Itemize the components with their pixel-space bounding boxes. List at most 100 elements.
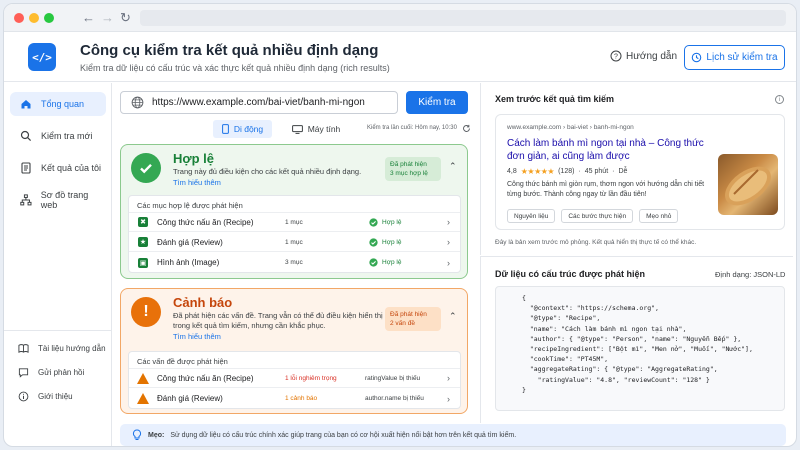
- collapse-chevron-icon[interactable]: ⌃: [449, 161, 457, 172]
- sitelink-ingredients[interactable]: Nguyên liệu: [507, 209, 556, 223]
- tab-mobile-label: Di động: [233, 124, 264, 134]
- guide-label: Hướng dẫn: [626, 50, 678, 62]
- code-line: "aggregateRating": { "@type": "Aggregate…: [522, 365, 718, 374]
- format-label: Định dạng: JSON-LD: [715, 270, 786, 279]
- code-line: {: [522, 294, 526, 302]
- back-arrow-icon[interactable]: ←: [82, 11, 95, 24]
- search-result-preview: www.example.com › bai-viet › banh-mi-ngo…: [495, 114, 785, 230]
- valid-description: Trang này đủ điều kiện cho các kết quả n…: [173, 167, 362, 176]
- row-field: author.name bị thiếu: [365, 395, 424, 402]
- warning-title: Cảnh báo: [173, 295, 233, 310]
- forward-arrow-icon[interactable]: →: [101, 11, 114, 24]
- minimize-window-button[interactable]: [29, 13, 39, 23]
- sidebar-footer: Tài liệu hướng dẫn Gửi phản hồi Giới thi…: [4, 330, 112, 402]
- valid-badge-line2: 3 mục hợp lệ: [390, 170, 428, 177]
- sidebar-item-sitemap[interactable]: Sơ đồ trang web: [10, 188, 106, 212]
- sitelink-steps[interactable]: Các bước thực hiện: [561, 209, 634, 223]
- tab-desktop-label: Máy tính: [307, 124, 341, 134]
- search-preview-panel: Xem trước kết quả tìm kiếm i www.example…: [480, 83, 793, 255]
- valid-title: Hợp lệ: [173, 151, 215, 166]
- result-meta: 4,8 ★★★★★ (128) · 45 phút · Dễ: [507, 167, 627, 176]
- tab-desktop[interactable]: Máy tính: [286, 120, 346, 138]
- tab-mobile[interactable]: Di động: [213, 120, 272, 138]
- sidebar-item-label: Tổng quan: [41, 99, 85, 109]
- sidebar-link-docs[interactable]: Tài liệu hướng dẫn: [18, 343, 106, 354]
- last-checked-time: Kiểm tra lần cuối: Hôm nay, 10:30: [367, 125, 457, 131]
- desktop-icon: [291, 124, 303, 134]
- warning-learn-more-link[interactable]: Tìm hiểu thêm: [173, 332, 221, 341]
- json-ld-code-block[interactable]: { "@context": "https://schema.org", "@ty…: [495, 286, 785, 411]
- sitemap-icon: [20, 194, 32, 206]
- separator-dot: ·: [578, 168, 581, 175]
- valid-badge: Đã phát hiện 3 mục hợp lệ: [385, 157, 441, 181]
- warning-triangle-icon: [137, 372, 149, 384]
- star-icon: ★: [138, 237, 148, 247]
- row-issue: 1 cảnh báo: [285, 395, 318, 402]
- sidebar-footer-label: Giới thiệu: [38, 392, 73, 401]
- sidebar-item-overview[interactable]: Tổng quan: [10, 92, 106, 116]
- maximize-window-button[interactable]: [44, 13, 54, 23]
- check-circle-icon: [369, 217, 378, 227]
- row-count: 1 mục: [285, 218, 303, 226]
- row-name: Đánh giá (Review): [157, 237, 223, 247]
- valid-row-image[interactable]: ▣ Hình ảnh (Image) 3 mục Hợp lệ ›: [129, 253, 460, 272]
- tip-text: Sử dụng dữ liệu có cấu trúc chính xác gi…: [170, 431, 517, 439]
- url-input[interactable]: https://www.example.com/bai-viet/banh-mi…: [120, 91, 398, 114]
- result-review-count: (128): [558, 168, 575, 175]
- code-line: "cookTime": "PT45M",: [522, 355, 609, 364]
- valid-row-review[interactable]: ★ Đánh giá (Review) 1 mục Hợp lệ ›: [129, 233, 460, 252]
- preview-title: Xem trước kết quả tìm kiếm: [495, 94, 614, 104]
- chevron-right-icon[interactable]: ›: [447, 258, 450, 268]
- warning-row-recipe[interactable]: Công thức nấu ăn (Recipe) 1 lỗi nghiêm t…: [129, 369, 460, 388]
- info-icon[interactable]: i: [775, 95, 784, 104]
- row-name: Công thức nấu ăn (Recipe): [157, 373, 254, 383]
- result-rating: 4,8: [507, 168, 517, 175]
- sidebar-link-about[interactable]: Giới thiệu: [18, 391, 73, 402]
- chevron-right-icon[interactable]: ›: [447, 237, 450, 247]
- svg-text:?: ?: [614, 54, 618, 61]
- warning-icon: !: [131, 297, 161, 327]
- row-status: Hợp lệ: [369, 237, 401, 247]
- result-headline[interactable]: Cách làm bánh mì ngon tại nhà – Công thứ…: [507, 137, 712, 163]
- valid-row-recipe[interactable]: ✖ Công thức nấu ăn (Recipe) 1 mục Hợp lệ…: [129, 213, 460, 232]
- rating-stars-icon: ★★★★★: [520, 167, 555, 176]
- search-icon: [20, 130, 32, 142]
- sidebar-link-feedback[interactable]: Gửi phản hồi: [18, 367, 84, 378]
- chevron-right-icon[interactable]: ›: [447, 394, 450, 404]
- help-circle-icon: ?: [610, 50, 622, 62]
- close-window-button[interactable]: [14, 13, 24, 23]
- code-line: "author": { "@type": "Person", "name": "…: [522, 334, 742, 343]
- sidebar-item-my-results[interactable]: Kết quả của tôi: [10, 156, 106, 180]
- browser-address-bar[interactable]: [140, 10, 786, 26]
- result-time: 45 phút: [584, 168, 609, 175]
- code-line: "@type": "Recipe",: [522, 314, 601, 323]
- globe-icon: [131, 96, 144, 109]
- warning-row-review[interactable]: Đánh giá (Review) 1 cảnh báo author.name…: [129, 389, 460, 408]
- refresh-icon[interactable]: [462, 124, 471, 133]
- history-button[interactable]: Lịch sử kiểm tra: [684, 45, 785, 70]
- collapse-chevron-icon[interactable]: ⌃: [449, 311, 457, 322]
- warning-badge-line2: 2 vấn đề: [390, 320, 415, 327]
- sidebar-item-new-check[interactable]: Kiểm tra mới: [10, 124, 106, 148]
- warning-badge: Đã phát hiện 2 vấn đề: [385, 307, 441, 331]
- row-name: Hình ảnh (Image): [157, 258, 220, 267]
- document-icon: [21, 162, 31, 174]
- chevron-right-icon[interactable]: ›: [447, 373, 450, 383]
- browser-titlebar: ← → ↻: [4, 4, 796, 32]
- page-subtitle: Kiểm tra dữ liệu có cấu trúc và xác thực…: [80, 63, 390, 73]
- check-button[interactable]: Kiểm tra: [406, 91, 468, 114]
- guide-link[interactable]: ? Hướng dẫn: [610, 50, 677, 62]
- warning-items-list: Các vấn đề được phát hiện Công thức nấu …: [128, 351, 461, 409]
- row-status-label: Hợp lệ: [382, 218, 402, 226]
- valid-list-header: Các mục hợp lệ được phát hiện: [129, 196, 460, 213]
- valid-learn-more-link[interactable]: Tìm hiểu thêm: [173, 178, 221, 187]
- row-status-label: Hợp lệ: [382, 259, 402, 266]
- chevron-right-icon[interactable]: ›: [447, 217, 450, 227]
- tip-label: Mẹo:: [148, 431, 165, 439]
- row-issue: 1 lỗi nghiêm trọng: [285, 374, 337, 382]
- result-sitelinks: Nguyên liệu Các bước thực hiện Mẹo nhỏ: [507, 209, 679, 223]
- row-field: ratingValue bị thiếu: [365, 374, 421, 382]
- sitelink-tips[interactable]: Mẹo nhỏ: [639, 209, 679, 223]
- reload-icon[interactable]: ↻: [120, 11, 131, 24]
- app-header: </> Công cụ kiểm tra kết quả nhiều định …: [4, 33, 796, 82]
